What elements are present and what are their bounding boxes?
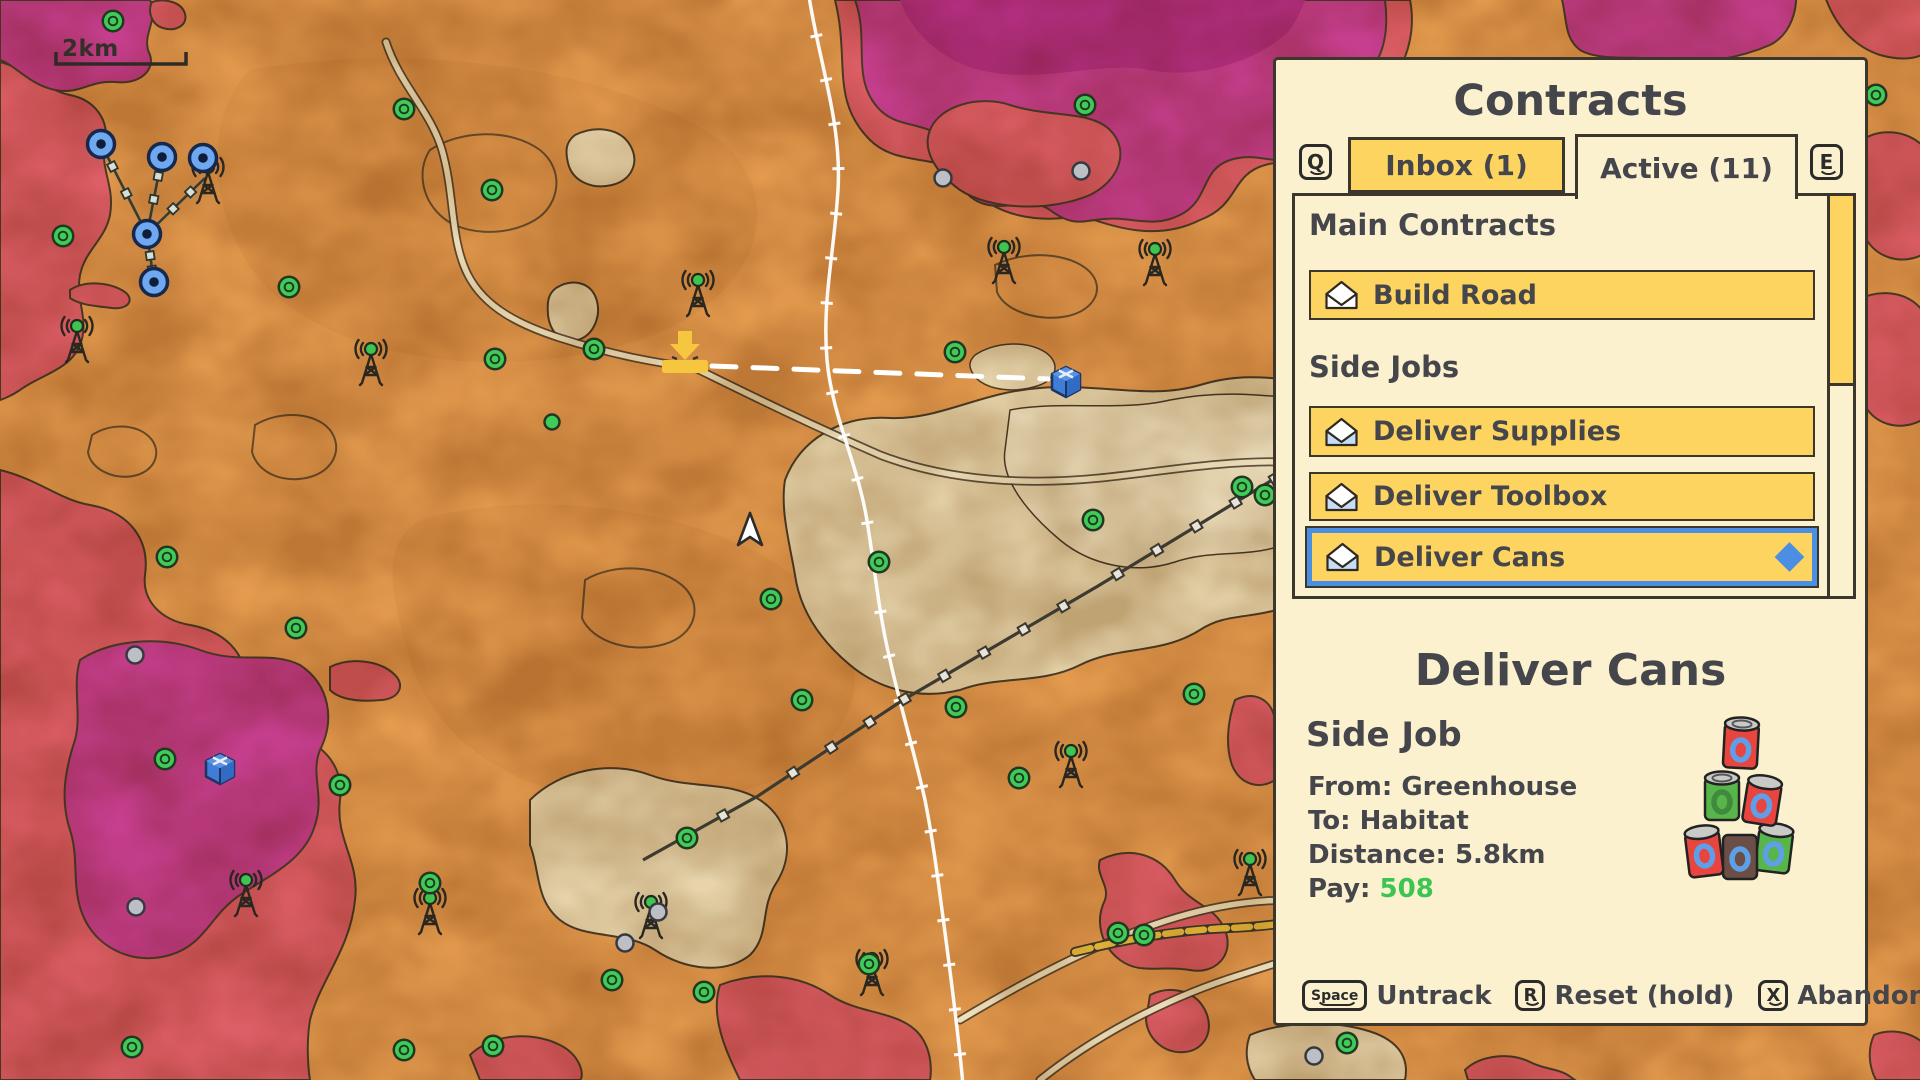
outpost-dot-icon [545, 415, 560, 430]
outpost-marker-icon [1231, 476, 1254, 499]
outpost-marker-icon [484, 348, 507, 371]
detail-distance: Distance: 5.8km [1308, 838, 1577, 872]
inactive-site-icon [1073, 163, 1090, 180]
outpost-marker-icon [52, 225, 75, 248]
tab-bar: Q Inbox (1) Active (11) E [1276, 134, 1865, 196]
outpost-marker-icon [944, 341, 967, 364]
panel-title: Contracts [1276, 76, 1865, 126]
outpost-marker-icon [482, 1035, 505, 1058]
inactive-site-icon [617, 935, 634, 952]
package-cube-icon [1052, 367, 1080, 397]
key-q-badge: Q [1299, 144, 1332, 180]
pay-amount: 508 [1380, 874, 1434, 904]
key-space-badge: Space [1302, 980, 1367, 1011]
hint-untrack[interactable]: Space Untrack [1302, 980, 1491, 1011]
contract-row-build-road[interactable]: Build Road [1309, 270, 1815, 320]
contract-list: Main Contracts Build Road Side Jobs Deli… [1292, 193, 1856, 599]
outpost-marker-icon [1133, 924, 1156, 947]
tab-inbox[interactable]: Inbox (1) [1348, 137, 1565, 193]
inactive-site-icon [935, 170, 952, 187]
list-scrollbar[interactable] [1827, 196, 1853, 596]
section-heading-main: Main Contracts [1309, 208, 1556, 242]
detail-to: To: Habitat [1308, 804, 1577, 838]
inactive-site-icon [128, 899, 145, 916]
hint-abandon[interactable]: X Abandon (hold) [1758, 980, 1920, 1011]
outpost-marker-icon [583, 338, 606, 361]
power-node-icon [141, 269, 168, 296]
inactive-site-icon [127, 647, 144, 664]
outpost-marker-icon [102, 10, 125, 33]
key-x-badge: X [1758, 980, 1788, 1011]
envelope-icon [1323, 416, 1360, 448]
outpost-marker-icon [1107, 922, 1130, 945]
outpost-marker-icon [285, 617, 308, 640]
tracked-diamond-icon [1775, 542, 1805, 572]
outpost-marker-icon [693, 981, 716, 1004]
outpost-marker-icon [278, 276, 301, 299]
package-cube-icon [206, 754, 234, 784]
outpost-marker-icon [760, 588, 783, 611]
detail-pay: Pay: 508 [1308, 872, 1577, 906]
detail-from: From: Greenhouse [1308, 770, 1577, 804]
inactive-site-icon [650, 904, 667, 921]
contract-row-deliver-cans-selected[interactable]: Deliver Cans [1307, 528, 1817, 586]
outpost-marker-icon [1183, 683, 1206, 706]
power-node-icon [190, 145, 217, 172]
outpost-marker-icon [393, 1039, 416, 1062]
outpost-marker-icon [1074, 94, 1097, 117]
section-heading-side: Side Jobs [1309, 350, 1459, 384]
envelope-icon [1323, 279, 1360, 311]
key-r-badge: R [1515, 980, 1545, 1011]
outpost-marker-icon [154, 748, 177, 771]
detail-title: Deliver Cans [1276, 645, 1865, 696]
cans-stack-illustration [1674, 710, 1809, 925]
power-node-icon [88, 131, 115, 158]
detail-fields: From: Greenhouse To: Habitat Distance: 5… [1308, 770, 1577, 906]
outpost-marker-icon [601, 969, 624, 992]
footer-hints: Space Untrack R Reset (hold) X Abandon (… [1302, 980, 1849, 1011]
outpost-marker-icon [945, 696, 968, 719]
detail-subtitle: Side Job [1306, 715, 1462, 755]
contract-label: Deliver Supplies [1373, 416, 1621, 447]
power-node-icon [149, 144, 176, 171]
contract-label: Build Road [1373, 280, 1537, 311]
outpost-marker-icon [121, 1036, 144, 1059]
outpost-marker-icon [1336, 1032, 1359, 1055]
outpost-marker-icon [393, 98, 416, 121]
outpost-marker-icon [329, 774, 352, 797]
outpost-marker-icon [791, 689, 814, 712]
key-e-badge: E [1810, 144, 1843, 180]
game-screen: 2km Contracts Q Inbox (1) Active (11) E … [0, 0, 1920, 1080]
outpost-marker-icon [868, 551, 891, 574]
hint-reset[interactable]: R Reset (hold) [1515, 980, 1734, 1011]
contract-row-deliver-toolbox[interactable]: Deliver Toolbox [1309, 472, 1815, 521]
outpost-marker-icon [419, 872, 442, 895]
outpost-marker-icon [1082, 509, 1105, 532]
contracts-panel: Contracts Q Inbox (1) Active (11) E Main… [1273, 57, 1868, 1026]
outpost-marker-icon [481, 179, 504, 202]
outpost-marker-icon [676, 827, 699, 850]
outpost-marker-icon [858, 953, 881, 976]
scrollbar-thumb[interactable] [1830, 196, 1853, 386]
outpost-marker-icon [1008, 767, 1031, 790]
power-node-icon [134, 221, 161, 248]
contract-label: Deliver Toolbox [1373, 481, 1607, 512]
envelope-icon [1323, 481, 1360, 513]
outpost-marker-icon [156, 546, 179, 569]
tab-active[interactable]: Active (11) [1575, 134, 1798, 199]
contract-row-deliver-supplies[interactable]: Deliver Supplies [1309, 406, 1815, 457]
inactive-site-icon [1306, 1048, 1323, 1065]
envelope-icon [1324, 541, 1361, 573]
contract-label: Deliver Cans [1374, 542, 1565, 573]
map-scale-bar [53, 48, 193, 80]
